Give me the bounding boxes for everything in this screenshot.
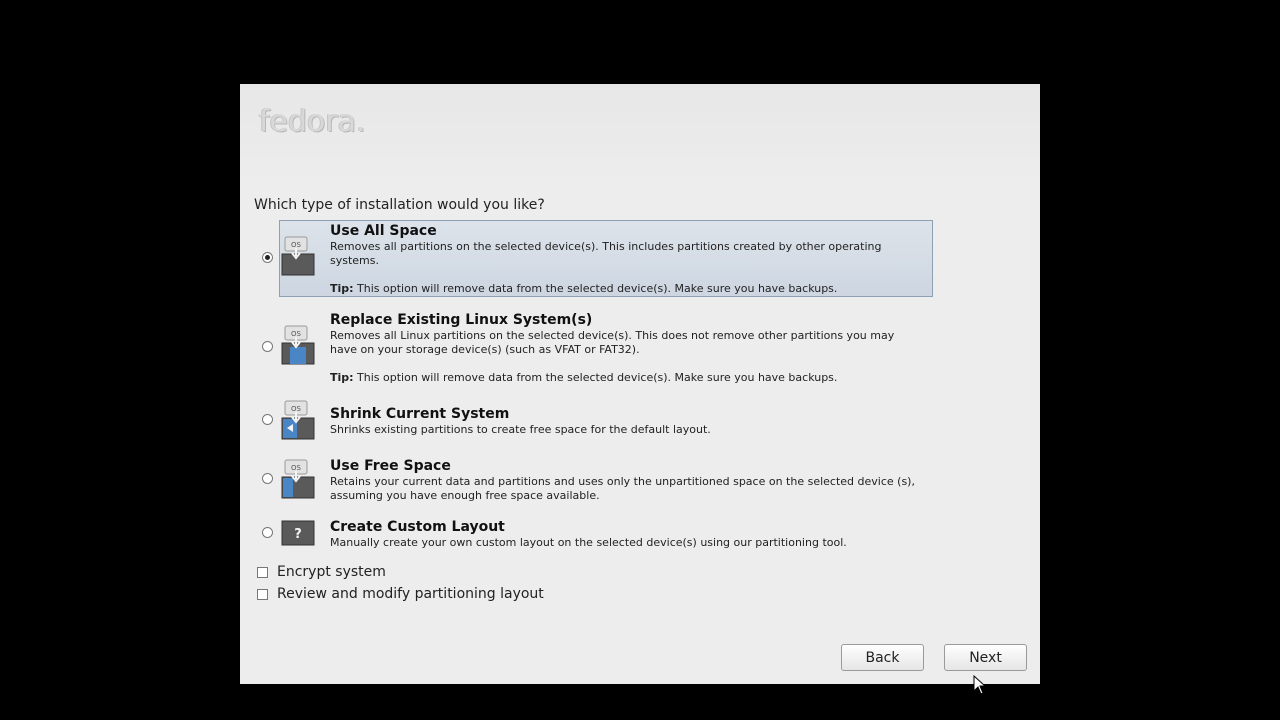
option-tip: Tip: This option will remove data from t… bbox=[330, 371, 920, 385]
encrypt-system-label: Encrypt system bbox=[277, 564, 386, 580]
back-button[interactable]: Back bbox=[841, 644, 924, 671]
fedora-logo: fedora. bbox=[259, 104, 366, 139]
option-replace-linux[interactable]: Replace Existing Linux System(s) Removes… bbox=[330, 312, 920, 385]
svg-text:OS: OS bbox=[291, 405, 302, 413]
svg-text:OS: OS bbox=[291, 241, 302, 249]
option-description: Removes all partitions on the selected d… bbox=[330, 240, 882, 267]
checkbox-box[interactable] bbox=[257, 588, 268, 600]
option-custom-layout[interactable]: Create Custom Layout Manually create you… bbox=[330, 519, 920, 550]
disk-os-arrow-icon: OS bbox=[281, 236, 315, 276]
installation-type-question: Which type of installation would you lik… bbox=[254, 197, 545, 213]
radio-custom-layout[interactable] bbox=[262, 527, 273, 538]
svg-text:OS: OS bbox=[291, 330, 302, 338]
checkbox-box[interactable] bbox=[257, 566, 268, 578]
radio-replace-linux[interactable] bbox=[262, 341, 273, 352]
disk-replace-icon: OS bbox=[281, 325, 315, 365]
option-title: Shrink Current System bbox=[330, 406, 510, 422]
header-banner: fedora. bbox=[240, 84, 1040, 184]
radio-shrink-system[interactable] bbox=[262, 414, 273, 425]
tip-text: This option will remove data from the se… bbox=[353, 282, 838, 295]
radio-use-free-space[interactable] bbox=[262, 473, 273, 484]
option-title: Replace Existing Linux System(s) bbox=[330, 312, 593, 328]
option-shrink-system[interactable]: Shrink Current System Shrinks existing p… bbox=[330, 406, 920, 437]
tip-label: Tip: bbox=[330, 371, 354, 384]
mouse-pointer-icon bbox=[973, 675, 987, 695]
option-title: Use Free Space bbox=[330, 458, 451, 474]
option-title: Create Custom Layout bbox=[330, 519, 505, 535]
svg-text:?: ? bbox=[294, 527, 302, 542]
option-title: Use All Space bbox=[330, 223, 437, 239]
tip-text: This option will remove data from the se… bbox=[353, 371, 838, 384]
option-use-all-space-text: Use All Space Removes all partitions on … bbox=[330, 223, 920, 296]
disk-free-space-icon: OS bbox=[281, 459, 315, 499]
option-description: Shrinks existing partitions to create fr… bbox=[330, 423, 711, 436]
encrypt-system-checkbox[interactable]: Encrypt system bbox=[257, 564, 386, 580]
installer-window: fedora. Which type of installation would… bbox=[240, 84, 1040, 684]
option-description: Removes all Linux partitions on the sele… bbox=[330, 329, 895, 356]
review-layout-label: Review and modify partitioning layout bbox=[277, 586, 544, 602]
svg-text:OS: OS bbox=[291, 464, 302, 472]
disk-shrink-icon: OS bbox=[281, 400, 315, 440]
option-use-free-space[interactable]: Use Free Space Retains your current data… bbox=[330, 458, 920, 503]
tip-label: Tip: bbox=[330, 282, 354, 295]
radio-use-all-space[interactable] bbox=[262, 252, 273, 263]
option-tip: Tip: This option will remove data from t… bbox=[330, 282, 920, 296]
custom-layout-question-icon: ? bbox=[281, 520, 315, 546]
next-button[interactable]: Next bbox=[944, 644, 1027, 671]
option-description: Manually create your own custom layout o… bbox=[330, 536, 847, 549]
option-description: Retains your current data and partitions… bbox=[330, 475, 915, 502]
review-layout-checkbox[interactable]: Review and modify partitioning layout bbox=[257, 586, 544, 602]
